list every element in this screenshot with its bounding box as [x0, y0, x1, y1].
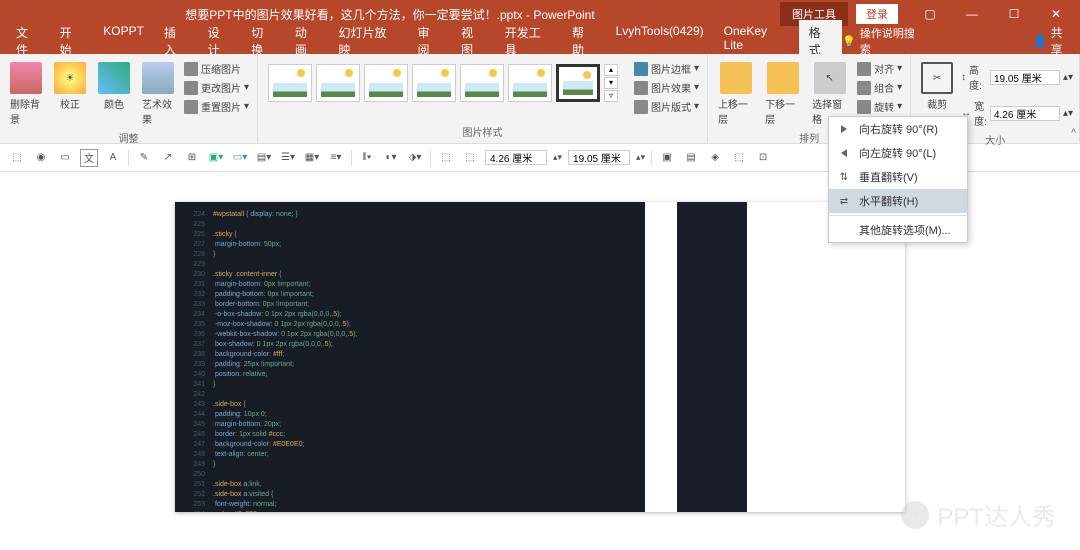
rotate-left-icon	[837, 146, 851, 160]
flip-vertical-item[interactable]: ⇅垂直翻转(V)	[829, 165, 967, 189]
height-icon: ↕	[961, 72, 966, 83]
style-thumb[interactable]	[364, 64, 408, 102]
rotate-right-icon	[837, 122, 851, 136]
qb-icon[interactable]: ⊡	[754, 149, 772, 167]
send-backward-button[interactable]: 下移一层	[761, 60, 804, 128]
qb-icon[interactable]: ⬚	[437, 149, 455, 167]
ribbon-display-icon[interactable]: ▢	[910, 2, 950, 26]
qb-icon[interactable]: ⊞	[183, 149, 201, 167]
tell-me-search[interactable]: 💡 操作说明搜索	[842, 25, 924, 57]
qb-icon[interactable]: ☰▾	[279, 149, 297, 167]
height-input[interactable]	[990, 70, 1060, 85]
corrections-button[interactable]: ☀校正	[50, 60, 90, 113]
qb-icon[interactable]: ▦▾	[303, 149, 321, 167]
reset-picture-button[interactable]: 重置图片▾	[182, 98, 251, 115]
login-button[interactable]: 登录	[856, 4, 898, 24]
style-thumb[interactable]	[556, 64, 600, 102]
qb-icon[interactable]: ⬚	[461, 149, 479, 167]
change-picture-button[interactable]: 更改图片▾	[182, 79, 251, 96]
flip-vertical-icon: ⇅	[837, 170, 851, 184]
qb-icon[interactable]: ◉	[32, 149, 50, 167]
height-input-row: ↕ 高度: ▴▾	[961, 62, 1073, 92]
spinner-icon[interactable]: ▴▾	[1063, 108, 1073, 119]
gallery-more-icon[interactable]: ▿	[604, 90, 618, 102]
share-icon: 👤	[1033, 34, 1048, 48]
qb-outline-icon[interactable]: ▭▾	[231, 149, 249, 167]
lightbulb-icon: 💡	[842, 35, 856, 48]
bring-forward-button[interactable]: 上移一层	[714, 60, 757, 128]
qb-icon[interactable]: ↗	[159, 149, 177, 167]
artistic-effects-button[interactable]: 艺术效果	[138, 60, 178, 128]
qb-eyedropper-icon[interactable]: ✎	[135, 149, 153, 167]
ribbon-group-styles: ▴ ▾ ▿ 图片边框▾ 图片效果▾ 图片版式▾ 图片样式	[258, 54, 708, 143]
flip-horizontal-icon: ⇄	[837, 194, 851, 208]
width-input[interactable]	[990, 106, 1060, 121]
qb-height-input[interactable]	[568, 150, 630, 165]
qb-icon[interactable]: ◈	[706, 149, 724, 167]
slide[interactable]: 224#wpstatall { display: none; }225226.s…	[175, 202, 905, 512]
qb-icon[interactable]: ▭	[56, 149, 74, 167]
close-icon[interactable]: ✕	[1036, 2, 1076, 26]
picture-layout-button[interactable]: 图片版式▾	[632, 98, 701, 115]
style-thumb[interactable]	[508, 64, 552, 102]
align-button[interactable]: 对齐▾	[855, 60, 904, 77]
style-thumb[interactable]	[412, 64, 456, 102]
flip-horizontal-item[interactable]: ⇄水平翻转(H)	[829, 189, 967, 213]
ribbon-group-adjust: 删除背景 ☀校正 颜色 艺术效果 压缩图片 更改图片▾ 重置图片▾ 调整	[0, 54, 258, 143]
qb-fill-icon[interactable]: ▣▾	[207, 149, 225, 167]
qb-icon[interactable]: A	[104, 149, 122, 167]
rotate-left-90-item[interactable]: 向左旋转 90°(L)	[829, 141, 967, 165]
style-thumb[interactable]	[268, 64, 312, 102]
menu-bar: 文件开始KOPPT插入设计切换动画幻灯片放映审阅视图开发工具帮助LvyhTool…	[0, 28, 1080, 54]
minimize-icon[interactable]: —	[952, 2, 992, 26]
qb-icon[interactable]: ▤	[682, 149, 700, 167]
slide-whitespace	[747, 202, 905, 512]
gallery-down-icon[interactable]: ▾	[604, 77, 618, 89]
qb-icon[interactable]: ⬚	[8, 149, 26, 167]
qb-icon[interactable]: ≡▾	[327, 149, 345, 167]
picture-gap	[645, 202, 677, 512]
qb-icon[interactable]: ▣	[658, 149, 676, 167]
qb-icon[interactable]: ⬗▾	[406, 149, 424, 167]
picture-border-button[interactable]: 图片边框▾	[632, 60, 701, 77]
color-button[interactable]: 颜色	[94, 60, 134, 113]
collapse-ribbon-icon[interactable]: ^	[1071, 128, 1076, 139]
qb-align-icon[interactable]: ⫴▾	[358, 149, 376, 167]
rotate-dropdown-menu: 向右旋转 90°(R) 向左旋转 90°(L) ⇅垂直翻转(V) ⇄水平翻转(H…	[828, 116, 968, 243]
remove-background-button[interactable]: 删除背景	[6, 60, 46, 128]
more-rotation-options-item[interactable]: 其他旋转选项(M)...	[829, 218, 967, 242]
qb-icon[interactable]: ◐▾	[382, 149, 400, 167]
wechat-icon: ✦	[901, 501, 929, 529]
style-thumb[interactable]	[460, 64, 504, 102]
compress-pictures-button[interactable]: 压缩图片	[182, 60, 251, 77]
crop-button[interactable]: ✂裁剪	[917, 60, 957, 113]
picture-effects-button[interactable]: 图片效果▾	[632, 79, 701, 96]
watermark: ✦ PPT达人秀	[901, 497, 1056, 532]
rotate-right-90-item[interactable]: 向右旋转 90°(R)	[829, 117, 967, 141]
picture-styles-gallery[interactable]: ▴ ▾ ▿	[264, 60, 622, 106]
qb-textbox-icon[interactable]: 文	[80, 149, 98, 167]
rotate-button[interactable]: 旋转▾	[855, 98, 904, 115]
gallery-up-icon[interactable]: ▴	[604, 64, 618, 76]
group-button[interactable]: 组合▾	[855, 79, 904, 96]
qb-icon[interactable]: ▤▾	[255, 149, 273, 167]
maximize-icon[interactable]: ☐	[994, 2, 1034, 26]
width-input-row: ↔ 宽度: ▴▾	[961, 98, 1073, 128]
spinner-icon[interactable]: ▴▾	[1063, 72, 1073, 83]
dropdown-separator	[829, 215, 967, 216]
picture-code-left[interactable]: 224#wpstatall { display: none; }225226.s…	[175, 202, 645, 512]
style-thumb[interactable]	[316, 64, 360, 102]
qb-width-input[interactable]	[485, 150, 547, 165]
share-button[interactable]: 👤 共享	[1033, 24, 1074, 58]
qb-icon[interactable]: ⬚	[730, 149, 748, 167]
picture-code-right[interactable]	[677, 202, 747, 512]
